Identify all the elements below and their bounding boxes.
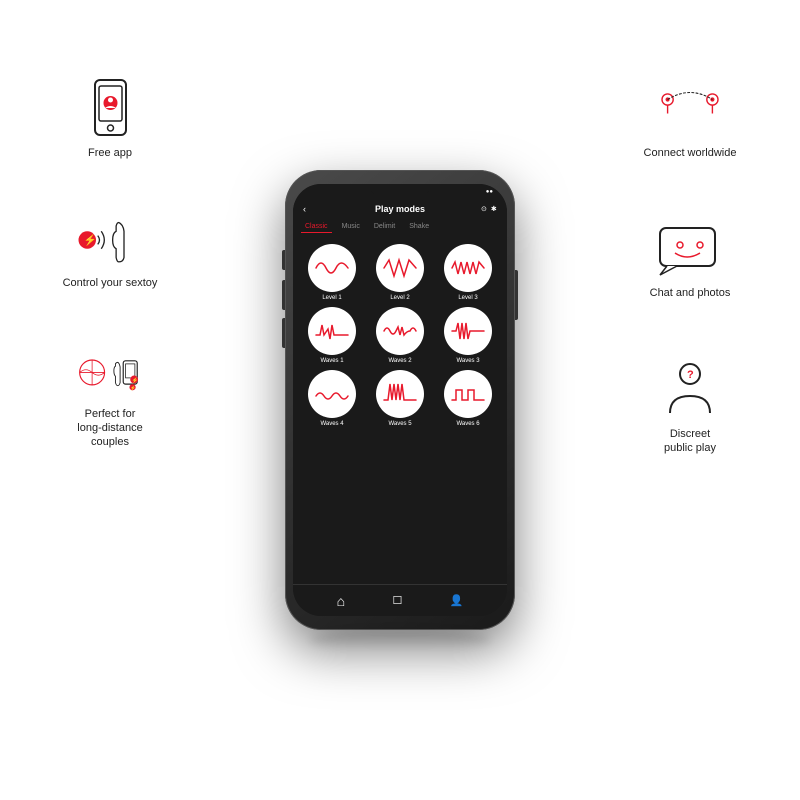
features-right: Connect worldwide Chat and photos <box>610 80 770 455</box>
chat-label: Chat and photos <box>650 286 731 300</box>
nav-chat[interactable]: ☐ <box>392 594 402 607</box>
mode-waves5[interactable]: Waves 5 <box>369 370 431 427</box>
control-icon: ⚡ <box>75 210 145 270</box>
control-label: Control your sextoy <box>63 276 158 290</box>
svg-text:?: ? <box>687 369 694 381</box>
nav-home[interactable]: ⌂ <box>337 593 345 609</box>
bluetooth-icon[interactable]: ✱ <box>491 205 497 213</box>
connect-label: Connect worldwide <box>644 146 737 160</box>
mode-level1[interactable]: Level 1 <box>301 244 363 301</box>
svg-text:⚡: ⚡ <box>84 234 97 247</box>
svg-text:⚡: ⚡ <box>132 377 139 384</box>
phone-notch <box>370 184 430 196</box>
mode-level1-label: Level 1 <box>322 295 341 301</box>
mode-waves1-label: Waves 1 <box>320 358 343 364</box>
mode-waves1[interactable]: Waves 1 <box>301 307 363 364</box>
feature-long-distance: ⚡ ⚡ Perfect for long-distance couples <box>30 341 190 450</box>
free-app-icon <box>75 80 145 140</box>
bottom-nav: ⌂ ☐ 👤 <box>293 584 507 616</box>
discreet-label: Discreet public play <box>664 427 716 456</box>
mode-level2[interactable]: Level 2 <box>369 244 431 301</box>
mode-level2-label: Level 2 <box>390 295 409 301</box>
feature-discreet: ? Discreet public play <box>610 361 770 456</box>
mode-waves3-label: Waves 3 <box>456 358 479 364</box>
chat-icon <box>655 220 725 280</box>
free-app-label: Free app <box>88 146 132 160</box>
tabs-row: Classic Music Delimit Shake <box>293 218 507 236</box>
mode-waves2-label: Waves 2 <box>388 358 411 364</box>
header-actions: ⊙ ✱ <box>481 205 497 213</box>
mode-level3-label: Level 3 <box>458 295 477 301</box>
phone-screen: ●● ‹ Play modes ⊙ ✱ Classic Music Delimi… <box>293 184 507 616</box>
long-distance-label: Perfect for long-distance couples <box>77 407 142 450</box>
tab-delimit[interactable]: Delimit <box>370 221 399 233</box>
mode-waves6-label: Waves 6 <box>456 421 479 427</box>
settings-icon[interactable]: ⊙ <box>481 205 487 213</box>
feature-free-app: Free app <box>30 80 190 160</box>
feature-connect: Connect worldwide <box>610 80 770 160</box>
phone-outer: ●● ‹ Play modes ⊙ ✱ Classic Music Delimi… <box>285 170 515 630</box>
back-button[interactable]: ‹ <box>303 204 319 214</box>
mode-level3[interactable]: Level 3 <box>437 244 499 301</box>
mode-waves2[interactable]: Waves 2 <box>369 307 431 364</box>
tab-music[interactable]: Music <box>338 221 364 233</box>
status-icons: ●● <box>486 189 493 195</box>
header-title: Play modes <box>319 204 481 214</box>
phone-reflection <box>310 630 490 650</box>
app-header: ‹ Play modes ⊙ ✱ <box>293 200 507 218</box>
mode-waves3[interactable]: Waves 3 <box>437 307 499 364</box>
nav-profile[interactable]: 👤 <box>450 594 464 607</box>
mode-waves4-label: Waves 4 <box>320 421 343 427</box>
feature-chat: Chat and photos <box>610 220 770 300</box>
mode-waves4[interactable]: Waves 4 <box>301 370 363 427</box>
svg-text:⚡: ⚡ <box>130 385 136 392</box>
long-distance-icon: ⚡ ⚡ <box>75 341 145 401</box>
tab-shake[interactable]: Shake <box>405 221 433 233</box>
discreet-icon: ? <box>655 361 725 421</box>
page: Free app ⚡ Control your sextoy <box>0 0 800 800</box>
modes-grid: Level 1 Level 2 <box>293 236 507 435</box>
features-left: Free app ⚡ Control your sextoy <box>30 80 190 449</box>
feature-control: ⚡ Control your sextoy <box>30 210 190 290</box>
mode-waves6[interactable]: Waves 6 <box>437 370 499 427</box>
mode-waves5-label: Waves 5 <box>388 421 411 427</box>
tab-classic[interactable]: Classic <box>301 221 332 233</box>
connect-icon <box>655 80 725 140</box>
phone: ●● ‹ Play modes ⊙ ✱ Classic Music Delimi… <box>285 170 515 630</box>
